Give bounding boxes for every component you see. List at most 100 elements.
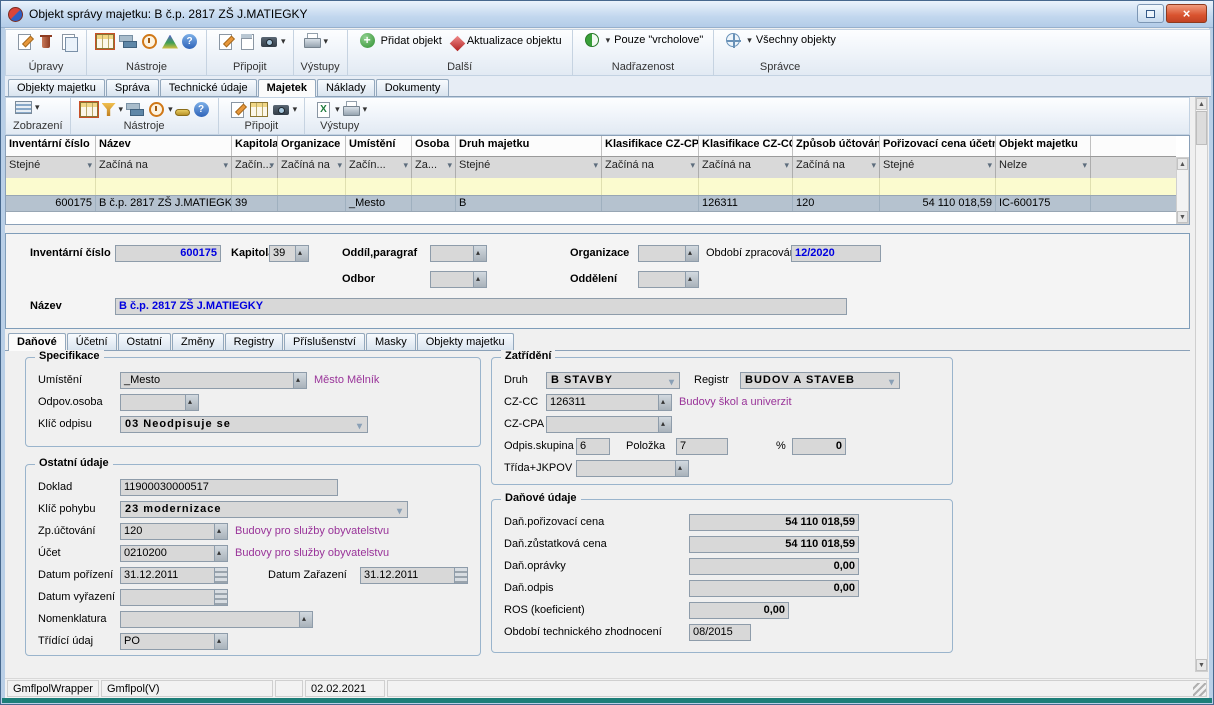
delete-icon[interactable] <box>37 33 55 50</box>
resize-grip[interactable] <box>1193 683 1206 696</box>
ucet-field[interactable]: 0210200 <box>120 545 215 562</box>
key-icon[interactable] <box>175 109 190 116</box>
nomenklatura-lookup-button[interactable] <box>300 611 313 628</box>
printer-icon[interactable] <box>342 101 360 118</box>
column-header-osoba[interactable]: Osoba <box>412 136 456 156</box>
filter-input-cell[interactable] <box>456 178 602 195</box>
klic-pohybu-combo[interactable]: 23 modernizace <box>120 501 408 518</box>
filter-input-cell[interactable] <box>880 178 996 195</box>
doklad-field[interactable]: 11900030000517 <box>120 479 338 496</box>
copy-icon[interactable] <box>59 33 77 50</box>
filter-input-cell[interactable] <box>602 178 699 195</box>
tab-objekty-majetku[interactable]: Objekty majetku <box>8 79 105 96</box>
filter-dropdown[interactable]: Za... <box>412 157 456 178</box>
filter-dropdown[interactable]: Začíná na <box>96 157 232 178</box>
cell-osoba[interactable] <box>412 196 456 211</box>
camera-icon[interactable] <box>272 101 290 118</box>
oddil-lookup-button[interactable] <box>474 245 487 262</box>
datum-zarazeni-calendar-button[interactable] <box>455 567 468 584</box>
zp-uctovani-field[interactable]: 120 <box>120 523 215 540</box>
datum-porizeni-calendar-button[interactable] <box>215 567 228 584</box>
klic-odpisu-combo[interactable]: 03 Neodpisuje se <box>120 416 368 433</box>
note-icon[interactable] <box>228 101 246 118</box>
column-header-zpusob-uctovani[interactable]: Způsob účtování <box>793 136 880 156</box>
filter-dropdown[interactable]: Začíná na <box>793 157 880 178</box>
kapitola-field[interactable]: 39 <box>269 245 296 262</box>
druh-combo[interactable]: B STAVBY <box>546 372 680 389</box>
restore-button[interactable] <box>1137 4 1164 23</box>
add-object-button[interactable]: + Přidat objekt <box>355 33 445 48</box>
scroll-up-icon[interactable]: ▲ <box>1177 158 1188 170</box>
column-header-cz-cpa[interactable]: Klasifikace CZ-CPA <box>602 136 699 156</box>
cz-cpa-field[interactable] <box>546 416 659 433</box>
form-icon[interactable] <box>250 102 268 117</box>
tab-majetek[interactable]: Majetek <box>258 79 316 97</box>
cell-nazev[interactable]: B č.p. 2817 ZŠ J.MATIEGKY <box>96 196 232 211</box>
tab-naklady[interactable]: Náklady <box>317 79 375 96</box>
filter-dropdown[interactable]: Začíná na <box>278 157 346 178</box>
datum-vyrazeni-calendar-button[interactable] <box>215 589 228 606</box>
note-icon[interactable] <box>216 33 234 50</box>
tab-ostatni[interactable]: Ostatní <box>118 333 171 350</box>
tab-zmeny[interactable]: Změny <box>172 333 224 350</box>
history-icon[interactable] <box>147 101 165 118</box>
odbor-field[interactable] <box>430 271 474 288</box>
tridici-udaj-lookup-button[interactable] <box>215 633 228 650</box>
odpov-osoba-lookup-button[interactable] <box>186 394 199 411</box>
grid-scrollbar[interactable]: ▲ ▼ <box>1176 157 1189 224</box>
table-icon[interactable] <box>80 102 98 117</box>
cell-porizovaci-cena[interactable]: 54 110 018,59 <box>880 196 996 211</box>
column-header-objekt-majetku[interactable]: Objekt majetku <box>996 136 1091 156</box>
tab-prislusenstvi[interactable]: Příslušenství <box>284 333 365 350</box>
filter-dropdown[interactable]: Stejné <box>456 157 602 178</box>
edit-icon[interactable] <box>15 33 33 50</box>
scroll-up-icon[interactable]: ▲ <box>1196 98 1207 110</box>
attachment-icon[interactable] <box>238 33 256 50</box>
ucet-lookup-button[interactable] <box>215 545 228 562</box>
column-header-inventarni-cislo[interactable]: Inventární číslo <box>6 136 96 156</box>
camera-icon[interactable] <box>260 33 278 50</box>
layers-icon[interactable] <box>118 33 136 50</box>
filter-dropdown[interactable]: Začíná na <box>699 157 793 178</box>
tab-masky[interactable]: Masky <box>366 333 416 350</box>
datum-vyrazeni-field[interactable] <box>120 589 215 606</box>
only-top-button[interactable]: ▾ Pouze "vrcholove" <box>580 33 707 47</box>
scroll-down-icon[interactable]: ▼ <box>1177 211 1188 223</box>
oddeleni-field[interactable] <box>638 271 686 288</box>
cell-druh-majetku[interactable]: B <box>456 196 602 211</box>
filter-input-cell[interactable] <box>278 178 346 195</box>
help-icon[interactable]: ? <box>182 34 197 49</box>
chevron-down-icon[interactable]: ▾ <box>324 36 329 47</box>
cell-zpusob-uctovani[interactable]: 120 <box>793 196 880 211</box>
filter-dropdown[interactable]: Začín... <box>346 157 412 178</box>
chevron-down-icon[interactable]: ▾ <box>335 104 340 115</box>
cell-objekt-majetku[interactable]: IC-600175 <box>996 196 1091 211</box>
datum-porizeni-field[interactable]: 31.12.2011 <box>120 567 215 584</box>
tab-registry[interactable]: Registry <box>225 333 283 350</box>
cz-cc-lookup-button[interactable] <box>659 394 672 411</box>
column-header-druh-majetku[interactable]: Druh majetku <box>456 136 602 156</box>
column-header-kapitola[interactable]: Kapitola <box>232 136 278 156</box>
filter-dropdown[interactable]: Začíná na <box>602 157 699 178</box>
odbor-lookup-button[interactable] <box>474 271 487 288</box>
table-icon[interactable] <box>96 34 114 49</box>
excel-icon[interactable] <box>314 101 332 118</box>
chevron-down-icon[interactable]: ▾ <box>363 104 368 115</box>
nomenklatura-field[interactable] <box>120 611 300 628</box>
odpis-skupina-field[interactable]: 6 <box>576 438 610 455</box>
chevron-down-icon[interactable]: ▾ <box>119 104 124 115</box>
cell-umisteni[interactable]: _Mesto <box>346 196 412 211</box>
chart-icon[interactable] <box>162 35 178 49</box>
all-objects-button[interactable]: ▾ Všechny objekty <box>721 33 839 47</box>
tab-technicke-udaje[interactable]: Technické údaje <box>160 79 257 96</box>
update-object-button[interactable]: Aktualizace objektu <box>445 34 565 47</box>
filter-dropdown[interactable]: Začín... <box>232 157 278 178</box>
filter-input-cell[interactable] <box>793 178 880 195</box>
close-button[interactable]: × <box>1166 4 1207 23</box>
oddeleni-lookup-button[interactable] <box>686 271 699 288</box>
filter-icon[interactable] <box>102 103 116 116</box>
umisteni-field[interactable]: _Mesto <box>120 372 294 389</box>
layers-icon[interactable] <box>125 101 143 118</box>
filter-dropdown[interactable]: Stejné <box>880 157 996 178</box>
column-header-umisteni[interactable]: Umístění <box>346 136 412 156</box>
